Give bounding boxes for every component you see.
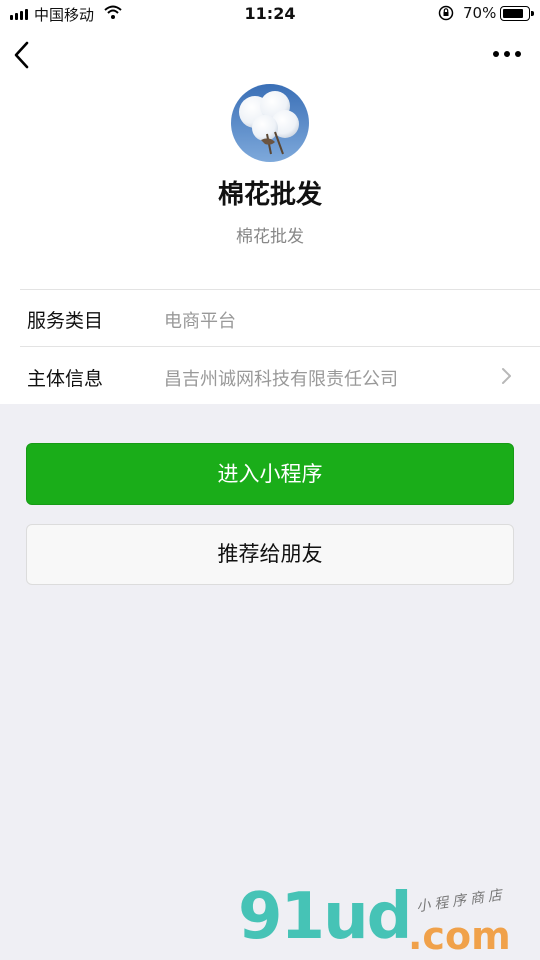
clock: 11:24 — [244, 4, 296, 23]
watermark-tagline: 小程序商店 — [415, 886, 507, 916]
entity-info-label: 主体信息 — [27, 368, 104, 390]
watermark-logo: 91ud .com 小程序商店 — [238, 880, 538, 960]
enter-mini-program-button[interactable]: 进入小程序 — [26, 443, 514, 505]
mini-program-name: 棉花批发 — [217, 180, 322, 210]
battery-fill — [503, 9, 523, 18]
divider — [20, 289, 540, 290]
service-category-value: 电商平台 — [164, 311, 236, 332]
watermark-domain: .com — [408, 914, 511, 958]
more-dots-icon — [493, 51, 521, 57]
cotton-flower-image — [231, 84, 309, 162]
back-button[interactable] — [10, 38, 38, 72]
more-button[interactable] — [490, 44, 524, 64]
orientation-lock-icon — [438, 5, 454, 21]
status-bar: 中国移动 11:24 70% — [0, 0, 540, 28]
entity-info-value: 昌吉州诚网科技有限责任公司 — [164, 369, 398, 390]
avatar — [231, 84, 309, 162]
recommend-to-friend-button[interactable]: 推荐给朋友 — [26, 524, 514, 585]
battery-percent: 70% — [463, 4, 497, 22]
battery-icon — [500, 6, 534, 21]
watermark-brand: 91ud — [238, 880, 412, 954]
mini-program-description: 棉花批发 — [236, 227, 304, 247]
chevron-left-icon — [14, 41, 29, 69]
service-category-label: 服务类目 — [27, 310, 104, 332]
chevron-right-icon — [502, 368, 511, 384]
